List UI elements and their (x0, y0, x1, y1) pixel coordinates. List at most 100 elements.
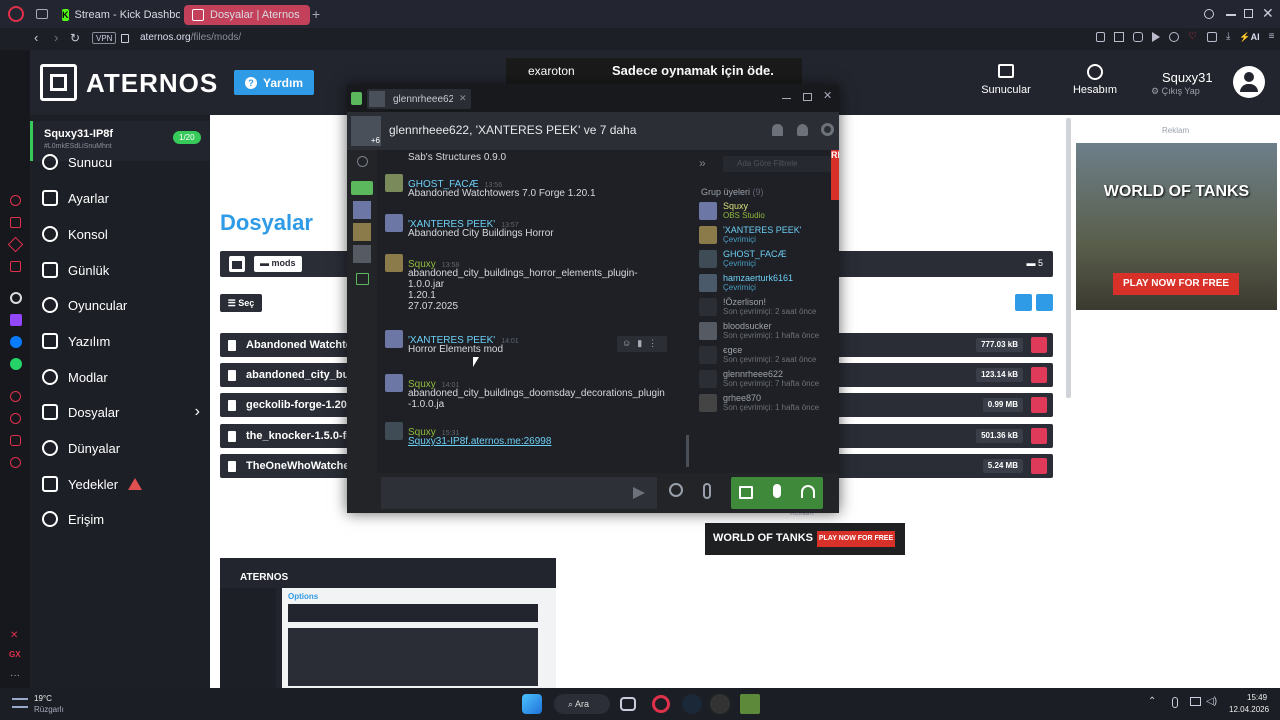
nav-account[interactable]: Hesabım (1064, 64, 1126, 96)
message-avatar[interactable] (385, 374, 403, 392)
twitch-icon[interactable] (10, 314, 22, 326)
add-friend-icon[interactable] (797, 124, 808, 136)
chat-close-icon[interactable]: ✕ (823, 89, 832, 102)
menu-icon[interactable]: ≡ (1269, 32, 1275, 43)
player-sidebar-icon[interactable] (10, 217, 21, 228)
sidebar-item-4[interactable]: Oyuncular (30, 288, 210, 322)
sidebar-item-1[interactable]: Ayarlar (30, 181, 210, 215)
delete-icon[interactable]: ▮ (637, 338, 642, 350)
aria-ai-button[interactable]: ⚡AI (1239, 32, 1259, 43)
chatgpt-icon[interactable] (10, 292, 22, 304)
sidebar-item-2[interactable]: Konsol (30, 217, 210, 251)
downloads-sidebar-icon[interactable] (10, 413, 21, 424)
mic-status-icon[interactable] (351, 92, 362, 105)
member-item[interactable]: Squxy OBS Studio (699, 201, 839, 223)
sidebar-item-0[interactable]: Sunucu (30, 145, 210, 179)
task-view-icon[interactable] (620, 697, 636, 711)
attach-icon[interactable] (703, 483, 711, 499)
exaroton-ad-banner[interactable]: exaroton Sadece oynamak için öde. (506, 58, 802, 84)
page-scrollbar[interactable] (1066, 118, 1071, 398)
download-icon[interactable]: ⤓ (1226, 32, 1230, 43)
member-filter-input[interactable]: Ada Göre Filtrele (723, 156, 831, 172)
sidebar-item-6[interactable]: Modlar (30, 360, 210, 394)
gx-icon[interactable]: GX (9, 650, 21, 659)
vpn-icon[interactable] (1169, 32, 1179, 42)
tab-kick-dashboard[interactable]: K Stream - Kick Dashboard (54, 5, 180, 25)
aternos-logo-icon[interactable] (40, 64, 77, 101)
help-button[interactable]: ? Yardım (234, 70, 314, 95)
weather-icon[interactable] (12, 698, 28, 708)
select-button[interactable]: ☰ Seç (220, 294, 262, 312)
message-link[interactable]: Squxy31-IP8f.aternos.me:26998 (408, 436, 551, 447)
pin-icon[interactable] (1096, 32, 1105, 42)
wot-small-ad[interactable]: WORLD OF TANKS PLAY NOW FOR FREE (705, 523, 905, 555)
steam-taskbar-icon[interactable] (682, 694, 702, 714)
close-icon[interactable]: ✕ (1262, 5, 1274, 22)
sidebar-item-3[interactable]: Günlük (30, 253, 210, 287)
whatsapp-icon[interactable] (10, 358, 22, 370)
snapshot-icon[interactable] (1114, 32, 1124, 42)
message-avatar[interactable] (385, 174, 403, 192)
clock-date[interactable]: 12.04.2026 (1229, 705, 1269, 714)
chat-tab-close-icon[interactable]: ✕ (459, 93, 467, 104)
tray-chevron-icon[interactable]: ⌃ (1148, 696, 1156, 707)
search-icon[interactable] (1204, 9, 1214, 19)
emoji-icon[interactable] (669, 483, 683, 497)
adblock-icon[interactable] (1133, 32, 1143, 42)
notification-bell-icon[interactable] (772, 124, 783, 136)
voice-user-avatar-1[interactable] (353, 201, 371, 219)
member-item[interactable]: hamzaerturk6161 Çevrimiçi (699, 273, 839, 295)
microphone-icon[interactable] (773, 484, 781, 498)
clock-time[interactable]: 15:49 (1247, 693, 1267, 702)
nav-servers[interactable]: Sunucular (975, 64, 1037, 96)
sidebar-item-9[interactable]: Yedekler (30, 467, 210, 501)
player-icon[interactable] (1152, 32, 1160, 42)
vpn-badge[interactable]: VPN (92, 32, 117, 44)
wot-small-cta[interactable]: PLAY NOW FOR FREE (817, 531, 895, 547)
thumbnail-preview[interactable]: ATERNOS Options (220, 558, 556, 688)
member-item[interactable]: !Özerlison! Son çevrimiçi: 2 saat önce (699, 297, 839, 319)
more-icon[interactable]: ··· (10, 670, 20, 681)
m-icon[interactable] (10, 261, 21, 272)
logout-link[interactable]: ⚙ Çıkış Yap (1151, 86, 1200, 97)
taskbar-search[interactable]: ⌕ Ara (554, 694, 610, 714)
member-item[interactable]: grhee870 Son çevrimiçi: 1 hafta önce (699, 393, 839, 415)
opera-taskbar-icon[interactable] (652, 695, 670, 713)
settings-sidebar-icon[interactable] (10, 457, 21, 468)
message-avatar[interactable] (385, 422, 403, 440)
message-avatar[interactable] (385, 330, 403, 348)
collapse-members-icon[interactable]: » (699, 156, 706, 170)
tab-switcher-icon[interactable] (36, 9, 48, 19)
delete-file-button[interactable] (1031, 428, 1047, 444)
message-avatar[interactable] (385, 214, 403, 232)
crypto-icon[interactable] (7, 236, 24, 253)
message-scrollbar[interactable] (686, 435, 689, 467)
sidebar-item-8[interactable]: Dünyalar (30, 431, 210, 465)
tab-aternos-files[interactable]: Dosyalar | Aternos | Ücretsi (184, 5, 310, 25)
extensions-icon[interactable] (10, 435, 21, 446)
messenger-icon[interactable] (10, 336, 22, 348)
wot-ad[interactable]: WORLD OF TANKS PLAY NOW FOR FREE (1076, 143, 1277, 310)
home-button[interactable] (229, 256, 245, 272)
forward-icon[interactable]: › (54, 30, 58, 45)
voice-channel-icon[interactable] (351, 181, 373, 195)
avatar[interactable] (1233, 66, 1265, 98)
sidebar-item-7[interactable]: Dosyalar › (30, 395, 210, 429)
start-button[interactable] (522, 694, 542, 714)
sidebar-item-5[interactable]: Yazılım (30, 324, 210, 358)
sidebar-item-10[interactable]: Erişim (30, 502, 210, 536)
more-options-icon[interactable]: ⋮ (648, 338, 657, 350)
voice-user-avatar-2[interactable] (353, 223, 371, 241)
new-folder-button[interactable] (1015, 294, 1032, 311)
react-emoji-icon[interactable]: ☺ (622, 338, 631, 350)
add-channel-icon[interactable] (357, 156, 368, 167)
aria-icon[interactable] (10, 195, 21, 206)
member-item[interactable]: 'XANTERES PEEK' Çevrimiçi (699, 225, 839, 247)
kick-sidebar-icon[interactable]: ✕ (10, 630, 18, 641)
back-icon[interactable]: ‹ (34, 30, 38, 45)
member-item[interactable]: єgєе Son çevrimiçi: 2 saat önce (699, 345, 839, 367)
delete-file-button[interactable] (1031, 397, 1047, 413)
chat-settings-icon[interactable] (821, 123, 834, 136)
send-icon[interactable] (633, 487, 645, 499)
aternos-logo[interactable]: ATERNOS (86, 68, 218, 99)
